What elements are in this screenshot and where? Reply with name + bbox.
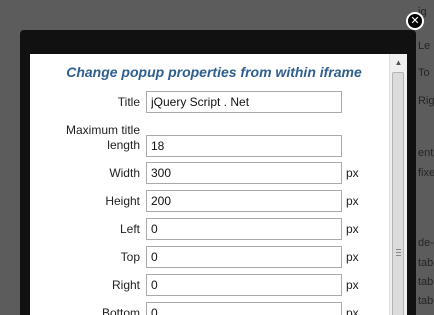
width-input[interactable] bbox=[146, 162, 342, 184]
background-fragment: tab bbox=[418, 257, 434, 269]
max-title-length-input[interactable] bbox=[146, 135, 342, 157]
popup-iframe: Change popup properties from within ifra… bbox=[30, 54, 407, 315]
background-fragment: fixe bbox=[418, 167, 434, 179]
popup-window: Change popup properties from within ifra… bbox=[20, 30, 416, 315]
field-label: Height bbox=[105, 194, 140, 208]
field-label: Width bbox=[109, 166, 140, 180]
left-input[interactable] bbox=[146, 218, 342, 240]
scroll-thumb[interactable] bbox=[392, 72, 404, 315]
field-label: Left bbox=[119, 222, 140, 236]
background-page-text: ig Le To Rig ent fixe de- tab tab tab bbox=[414, 0, 434, 315]
background-fragment: tab bbox=[418, 276, 434, 288]
vertical-scrollbar[interactable]: ▲ bbox=[389, 54, 407, 315]
form-title: Change popup properties from within ifra… bbox=[66, 64, 362, 80]
background-fragment: de- bbox=[418, 237, 434, 249]
grip-icon bbox=[396, 249, 401, 258]
top-input[interactable] bbox=[146, 246, 342, 268]
field-label: Right bbox=[111, 278, 140, 292]
title-input[interactable] bbox=[146, 91, 342, 113]
background-fragment: tab bbox=[418, 295, 434, 307]
background-fragment: ent bbox=[418, 147, 434, 159]
right-input[interactable] bbox=[146, 274, 342, 296]
unit-label: px bbox=[346, 278, 359, 292]
height-input[interactable] bbox=[146, 190, 342, 212]
close-icon[interactable]: ✕ bbox=[406, 12, 424, 30]
bottom-input[interactable] bbox=[146, 302, 342, 315]
background-fragment: To bbox=[418, 67, 430, 79]
field-label: Maximum title length bbox=[65, 123, 140, 152]
field-label: Bottom bbox=[101, 306, 140, 315]
scroll-up-arrow-icon[interactable]: ▲ bbox=[390, 56, 407, 70]
unit-label: px bbox=[346, 194, 359, 208]
background-fragment: Le bbox=[418, 40, 431, 52]
unit-label: px bbox=[346, 250, 359, 264]
unit-label: px bbox=[346, 222, 359, 236]
background-fragment: Rig bbox=[418, 95, 434, 107]
field-label: Title bbox=[117, 95, 140, 109]
unit-label: px bbox=[346, 306, 359, 315]
field-label: Top bbox=[120, 250, 140, 264]
unit-label: px bbox=[346, 166, 359, 180]
